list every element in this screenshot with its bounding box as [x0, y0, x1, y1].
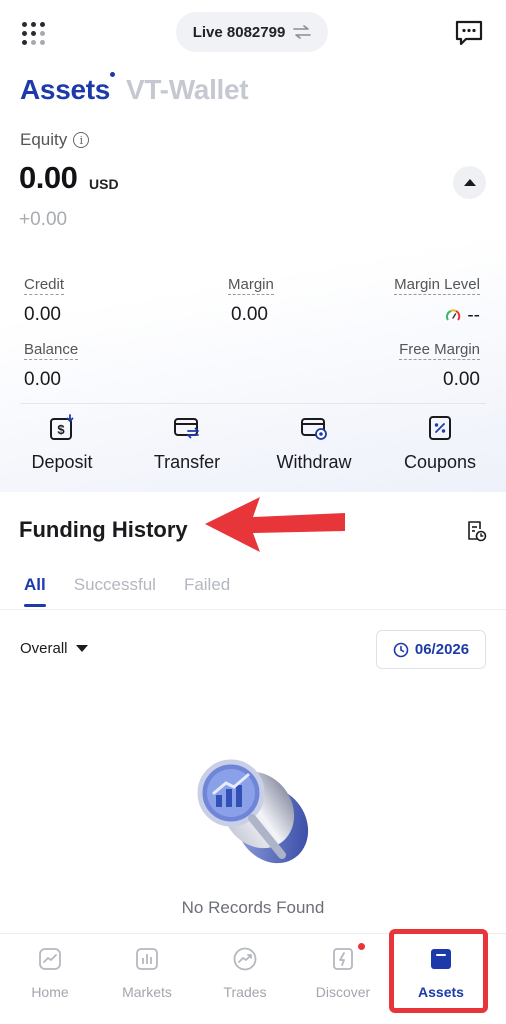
apps-grid-icon[interactable]: [20, 20, 46, 46]
balance-value: 0.00: [24, 369, 61, 390]
date-label: 06/2026: [414, 641, 470, 658]
account-switcher[interactable]: Live 8082799: [176, 12, 328, 52]
transfer-icon: [174, 418, 199, 439]
empty-records-illustration-icon: [197, 759, 309, 864]
caret-up-icon: [463, 179, 476, 186]
gauge-icon: [446, 309, 461, 321]
withdraw-button[interactable]: Withdraw: [259, 414, 369, 473]
tab-failed[interactable]: Failed: [184, 575, 230, 595]
transfer-button[interactable]: Transfer: [132, 414, 242, 473]
withdraw-label: Withdraw: [276, 452, 352, 472]
nav-markets[interactable]: Markets: [102, 946, 192, 1000]
annotation-highlight-box: [389, 929, 488, 1013]
nav-discover[interactable]: Discover: [298, 943, 388, 1000]
nav-trades-label: Trades: [223, 984, 267, 1000]
account-label: Live 8082799: [192, 23, 286, 41]
equity-currency: USD: [89, 176, 119, 192]
withdraw-icon: [301, 418, 327, 440]
deposit-label: Deposit: [31, 452, 93, 472]
info-icon[interactable]: i: [73, 132, 90, 148]
margin-level-value-row: --: [445, 305, 480, 327]
home-icon: [39, 948, 61, 970]
caret-down-icon: [75, 645, 88, 652]
free-margin-value: 0.00: [443, 369, 480, 390]
equity-label: Equity i: [20, 130, 90, 150]
empty-state-text: No Records Found: [181, 898, 325, 917]
divider: [20, 403, 486, 404]
equity-change: +0.00: [19, 209, 68, 230]
funding-filter-tabs: All Successful Failed: [24, 575, 230, 607]
nav-discover-label: Discover: [315, 984, 371, 1000]
swap-arrows-icon: [293, 25, 312, 39]
coupon-icon: [429, 416, 451, 440]
credit-value: 0.00: [24, 304, 61, 325]
free-margin-label[interactable]: Free Margin: [399, 341, 480, 360]
nav-markets-label: Markets: [122, 984, 172, 1000]
nav-home[interactable]: Home: [5, 946, 95, 1000]
collapse-button[interactable]: [453, 166, 486, 199]
deposit-button[interactable]: $ Deposit: [7, 414, 117, 473]
margin-label[interactable]: Margin: [228, 276, 274, 295]
trades-icon: [233, 947, 257, 971]
deposit-icon: $: [50, 414, 74, 440]
overall-dropdown[interactable]: Overall: [20, 640, 88, 657]
tab-vt-wallet[interactable]: VT-Wallet: [126, 74, 249, 106]
svg-text:$: $: [57, 422, 65, 437]
margin-level-label[interactable]: Margin Level: [394, 276, 480, 295]
overall-label: Overall: [20, 640, 68, 657]
funding-history-title: Funding History: [19, 517, 188, 542]
date-picker-button[interactable]: 06/2026: [376, 630, 486, 669]
margin-level-value: --: [467, 305, 480, 326]
balance-label[interactable]: Balance: [24, 341, 79, 360]
tab-divider: [0, 609, 506, 610]
message-icon[interactable]: [455, 20, 483, 46]
tab-all[interactable]: All: [24, 575, 46, 607]
credit-label[interactable]: Credit: [24, 276, 65, 295]
clock-icon: [393, 642, 409, 657]
discover-icon: [333, 948, 353, 970]
annotation-arrow-icon: [205, 497, 345, 552]
tab-assets-label: Assets: [20, 74, 111, 105]
margin-value: 0.00: [231, 304, 268, 325]
coupons-label: Coupons: [403, 452, 477, 472]
nav-trades[interactable]: Trades: [200, 946, 290, 1000]
equity-value: 0.00: [19, 160, 78, 195]
equity-label-text: Equity: [20, 130, 68, 149]
markets-icon: [136, 948, 158, 970]
tab-assets[interactable]: Assets: [20, 72, 116, 106]
nav-home-label: Home: [31, 984, 69, 1000]
tab-successful[interactable]: Successful: [74, 575, 156, 595]
notification-badge: [358, 943, 365, 950]
new-indicator-dot: [110, 72, 116, 77]
transfer-label: Transfer: [153, 452, 221, 472]
wallet-tabs: Assets VT-Wallet: [20, 70, 249, 106]
history-icon[interactable]: [465, 520, 487, 542]
coupons-button[interactable]: Coupons: [385, 414, 495, 473]
